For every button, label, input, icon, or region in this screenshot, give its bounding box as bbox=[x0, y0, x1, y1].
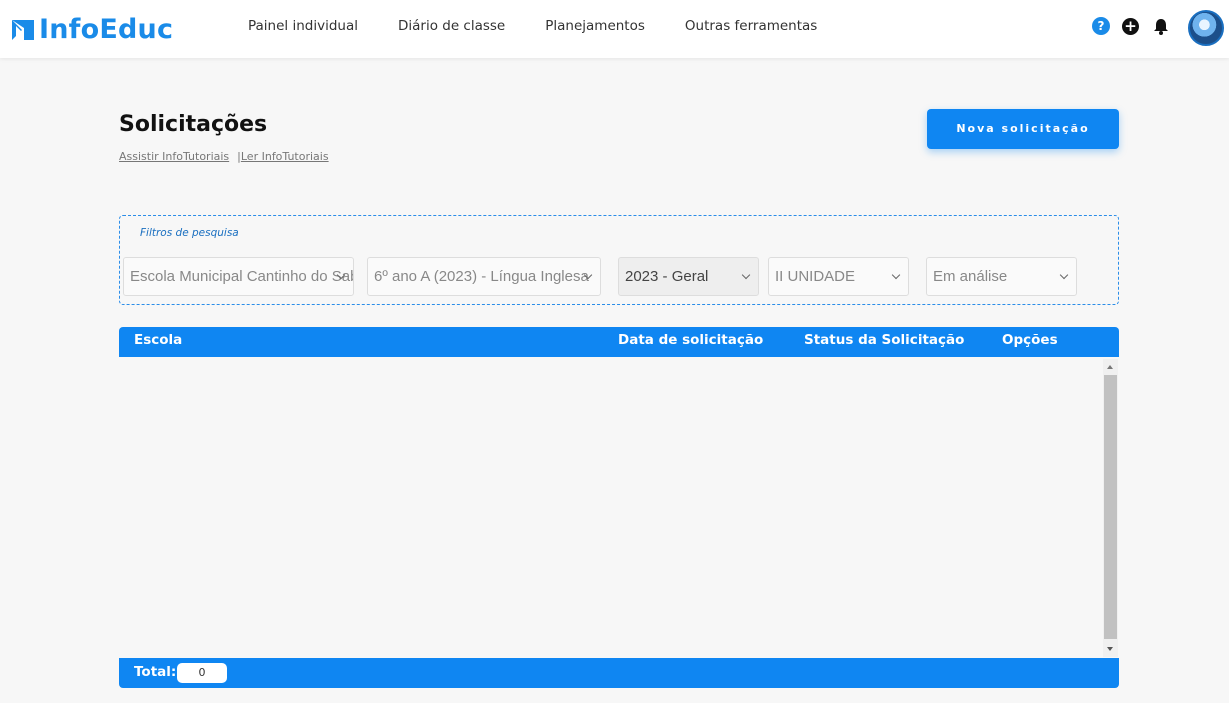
new-request-button[interactable]: Nova solicitação bbox=[927, 109, 1119, 149]
watch-tutorials-link[interactable]: Assistir InfoTutoriais bbox=[119, 150, 229, 163]
column-escola[interactable]: Escola bbox=[134, 332, 182, 348]
status-select-value: Em análise bbox=[933, 268, 1008, 285]
add-icon[interactable]: + bbox=[1122, 18, 1139, 35]
nav-outras-ferramentas[interactable]: Outras ferramentas bbox=[685, 18, 817, 34]
table-body bbox=[119, 357, 1119, 658]
school-select[interactable]: Escola Municipal Cantinho do Saber bbox=[123, 257, 354, 296]
column-opcoes[interactable]: Opções bbox=[1002, 332, 1058, 348]
avatar[interactable] bbox=[1188, 10, 1224, 46]
chevron-down-icon bbox=[583, 258, 595, 295]
period-select[interactable]: 2023 - Geral bbox=[618, 257, 759, 296]
class-select-value: 6º ano A (2023) - Língua Inglesa bbox=[374, 268, 589, 285]
total-label: Total: bbox=[134, 664, 177, 680]
nav-diario-de-classe[interactable]: Diário de classe bbox=[398, 18, 505, 34]
scroll-up-arrow-icon[interactable] bbox=[1103, 359, 1118, 374]
nav-painel-individual[interactable]: Painel individual bbox=[248, 18, 358, 34]
bell-icon[interactable] bbox=[1152, 17, 1170, 36]
total-count: 0 bbox=[177, 663, 227, 683]
column-status-solicitacao[interactable]: Status da Solicitação bbox=[804, 332, 964, 348]
top-navbar: InfoEduc Painel individual Diário de cla… bbox=[0, 0, 1229, 58]
chevron-down-icon bbox=[741, 258, 753, 295]
scroll-down-arrow-icon[interactable] bbox=[1103, 642, 1118, 657]
class-select[interactable]: 6º ano A (2023) - Língua Inglesa bbox=[367, 257, 601, 296]
status-select[interactable]: Em análise bbox=[926, 257, 1077, 296]
read-tutorials-link[interactable]: Ler InfoTutoriais bbox=[241, 150, 329, 163]
search-filters: Filtros de pesquisa Escola Municipal Can… bbox=[119, 215, 1119, 305]
chevron-down-icon bbox=[1059, 258, 1071, 295]
tutorial-links: Assistir InfoTutoriais | Ler InfoTutoria… bbox=[119, 150, 329, 163]
unit-select-value: II UNIDADE bbox=[775, 268, 856, 285]
logo-icon bbox=[10, 16, 36, 42]
table-footer: Total: 0 bbox=[119, 658, 1119, 688]
unit-select[interactable]: II UNIDADE bbox=[768, 257, 909, 296]
main-nav: Painel individual Diário de classe Plane… bbox=[248, 18, 857, 34]
school-select-value: Escola Municipal Cantinho do Saber bbox=[130, 268, 354, 285]
period-select-value: 2023 - Geral bbox=[625, 268, 709, 285]
logo-text: InfoEduc bbox=[39, 13, 174, 45]
chevron-down-icon bbox=[336, 258, 348, 295]
help-icon[interactable]: ? bbox=[1092, 17, 1110, 35]
nav-planejamentos[interactable]: Planejamentos bbox=[545, 18, 645, 34]
table-header: Escola Data de solicitação Status da Sol… bbox=[119, 327, 1119, 357]
scroll-thumb[interactable] bbox=[1104, 375, 1117, 639]
table-scrollbar[interactable] bbox=[1103, 359, 1118, 657]
filters-legend: Filtros de pesquisa bbox=[140, 227, 239, 239]
column-data-solicitacao[interactable]: Data de solicitação bbox=[618, 332, 763, 348]
page-title: Solicitações bbox=[119, 112, 268, 137]
logo[interactable]: InfoEduc bbox=[10, 13, 173, 45]
chevron-down-icon bbox=[891, 258, 903, 295]
